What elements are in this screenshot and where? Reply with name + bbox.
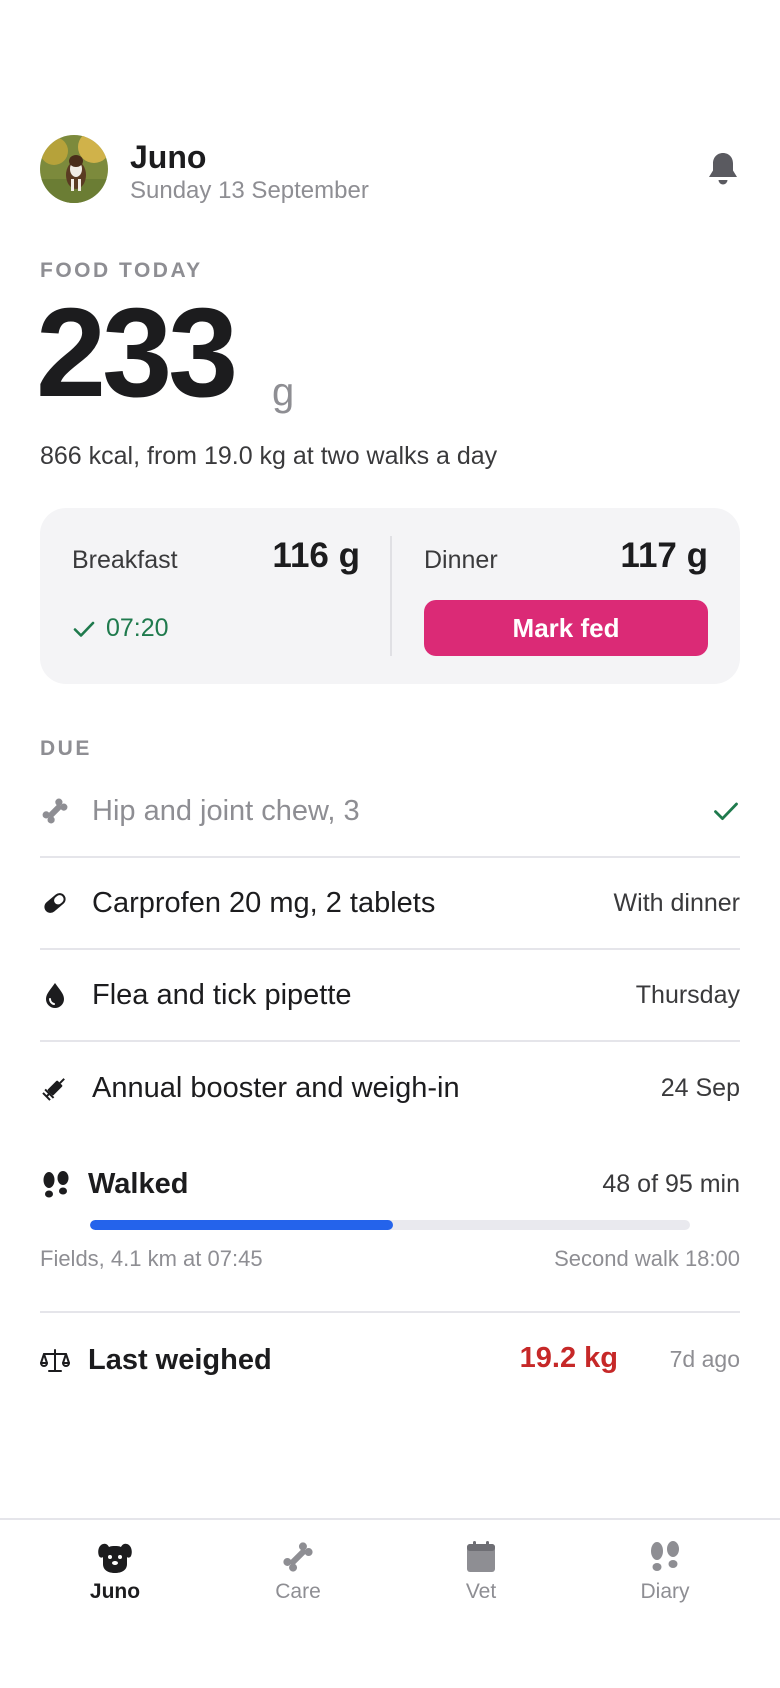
due-item-when: With dinner: [613, 888, 740, 917]
breakfast-amount: 116 g: [272, 536, 360, 575]
footprints-icon: [651, 1541, 679, 1571]
last-weight-value: 19.2 kg: [519, 1342, 618, 1374]
pet-avatar[interactable]: [40, 135, 108, 203]
tab-bar: Juno Care Vet Diary: [0, 1518, 780, 1688]
syringe-icon: [42, 1078, 65, 1101]
last-walk-detail: Fields, 4.1 km at 07:45: [40, 1246, 263, 1271]
breakfast-time: 07:20: [106, 614, 169, 642]
tab-label: Diary: [640, 1580, 690, 1603]
tab-juno[interactable]: Juno: [40, 1540, 190, 1630]
current-date: Sunday 13 September: [130, 177, 369, 204]
tab-label: Care: [275, 1580, 321, 1603]
tab-label: Vet: [465, 1580, 497, 1603]
last-weighed-title: Last weighed: [88, 1344, 272, 1376]
mark-fed-button[interactable]: Mark fed: [424, 600, 708, 656]
due-item-hip-chew[interactable]: Hip and joint chew, 3: [40, 766, 740, 858]
bell-icon[interactable]: [706, 151, 740, 187]
tab-care[interactable]: Care: [223, 1540, 373, 1630]
meal-divider: [390, 536, 392, 656]
meal-card: Breakfast 116 g 07:20 Dinner 117 g Mark …: [40, 508, 740, 684]
tab-vet[interactable]: Vet: [406, 1540, 556, 1630]
bone-icon: [42, 798, 68, 824]
pet-name: Juno: [130, 139, 207, 175]
last-weighed-ago: 7d ago: [669, 1346, 740, 1372]
walk-progress-fill: [90, 1220, 393, 1230]
walk-summary[interactable]: Walked 48 of 95 min Fields, 4.1 km at 07…: [40, 1160, 740, 1280]
due-item-label: Flea and tick pipette: [92, 978, 352, 1011]
dog-photo-avatar: [40, 135, 108, 203]
food-unit: g: [272, 370, 295, 414]
dog-icon: [98, 1543, 132, 1573]
tab-diary[interactable]: Diary: [590, 1540, 740, 1630]
calendar-icon: [467, 1541, 495, 1572]
breakfast-status: 07:20: [72, 614, 169, 643]
due-label: DUE: [40, 737, 92, 760]
due-item-label: Carprofen 20 mg, 2 tablets: [92, 886, 436, 919]
tab-label: Juno: [89, 1580, 141, 1603]
due-item-when: 24 Sep: [660, 1073, 740, 1102]
done-check-icon: [714, 802, 738, 820]
drop-icon: [46, 983, 64, 1008]
due-item-flea-pipette[interactable]: Flea and tick pipette Thursday: [40, 950, 740, 1042]
pet-header: Juno Sunday 13 September: [40, 135, 740, 205]
food-amount: 233: [36, 282, 238, 423]
food-today-label: FOOD TODAY: [40, 259, 203, 282]
due-item-label: Annual booster and weigh-in: [92, 1071, 460, 1104]
due-item-label: Hip and joint chew, 3: [92, 794, 360, 827]
bone-icon: [283, 1542, 313, 1572]
walk-progress-bar: [90, 1220, 690, 1230]
scale-icon: [40, 1349, 70, 1372]
dinner-label: Dinner: [424, 546, 498, 574]
breakfast-label: Breakfast: [72, 546, 178, 574]
divider: [40, 1311, 740, 1313]
check-icon: [73, 621, 95, 637]
last-weighed-row[interactable]: Last weighed 19.2 kg 7d ago: [40, 1340, 740, 1386]
footprints-icon: [43, 1171, 69, 1198]
walk-count: 48 of 95 min: [602, 1170, 740, 1198]
dinner-amount: 117 g: [620, 536, 708, 575]
due-list: Hip and joint chew, 3 Carprofen 20 mg, 2…: [40, 766, 740, 1134]
due-item-booster[interactable]: Annual booster and weigh-in 24 Sep: [40, 1042, 740, 1134]
food-subtitle: 866 kcal, from 19.0 kg at two walks a da…: [40, 442, 498, 470]
next-walk-detail: Second walk 18:00: [554, 1246, 740, 1271]
due-item-when: Thursday: [635, 980, 740, 1009]
walk-title: Walked: [88, 1168, 189, 1200]
due-item-carprofen[interactable]: Carprofen 20 mg, 2 tablets With dinner: [40, 858, 740, 950]
pill-icon: [44, 893, 66, 913]
